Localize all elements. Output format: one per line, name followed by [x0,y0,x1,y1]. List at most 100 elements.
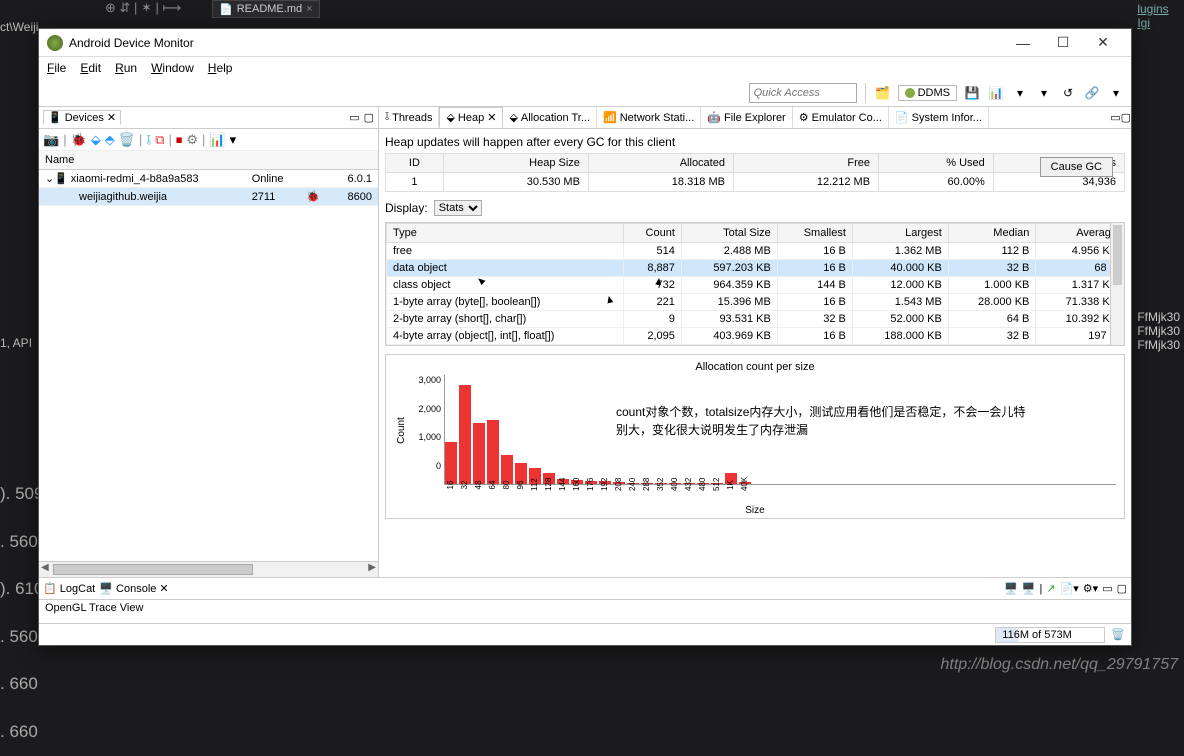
view-min2-icon[interactable]: ▭ [1102,582,1112,595]
tab-heap[interactable]: ⬙ Heap ✕ [439,107,503,128]
trash-status-icon[interactable]: 🗑️ [1111,628,1125,641]
menu-icon[interactable]: ▾ [230,132,237,148]
perspective-ddms[interactable]: DDMS [898,85,957,101]
chart-xticks: 1632486480961121281441601761922082402883… [394,485,1116,499]
tab-file-explorer[interactable]: 🤖 File Explorer [701,107,792,128]
method-icon[interactable]: ⧉ [155,132,164,148]
console-ic-3[interactable]: ↗ [1046,582,1055,595]
watermark: http://blog.csdn.net/qq_29791757 [940,656,1178,674]
main-toolbar: 🗂️ DDMS 💾 📊 ▾ ▾ ↺ 🔗 ▾ [39,79,1131,107]
type-table-wrap: TypeCount Total SizeSmallest LargestMedi… [385,222,1125,346]
heap-info: Heap updates will happen after every GC … [385,135,1125,149]
menubar: File Edit Run Window Help [39,57,1131,79]
chart-bar [445,442,457,484]
tb-icon-1[interactable]: 💾 [963,84,981,102]
device-row[interactable]: ⌄📱 xiaomi-redmi_4-b8a9a583 Online6.0.1 [39,170,378,188]
maximize-button[interactable]: ☐ [1043,34,1083,51]
chart-bar [487,420,499,484]
type-row[interactable]: 2-byte array (short[], char[])993.531 KB… [387,311,1124,328]
adm-window: Android Device Monitor — ☐ ✕ File Edit R… [38,28,1132,646]
chart-xlabel: Size [394,505,1116,516]
statusbar: 116M of 573M 🗑️ [39,623,1131,645]
chart-bars [444,375,1116,485]
close-icon[interactable]: × [306,3,312,15]
chart-ylabel: Count [396,417,407,444]
cause-gc-button[interactable]: Cause GC [1040,157,1113,177]
window-title: Android Device Monitor [69,36,194,50]
stop-icon[interactable]: ⏹ [176,132,183,148]
console-ic-4[interactable]: 📄▾ [1060,582,1079,595]
console-ic-2[interactable]: 🖥️ [1022,582,1036,595]
tb-icon-7[interactable]: ▾ [1107,84,1125,102]
right-pane: ⫱ Threads ⬙ Heap ✕ ⬙ Allocation Tr... 📶 … [379,107,1131,577]
tab-emulator[interactable]: ⚙ Emulator Co... [793,107,889,128]
view-maximize-icon[interactable]: ▢ [364,111,374,124]
screenshot-icon[interactable]: 📷 [43,132,59,148]
debug-icon[interactable]: 🐞 [71,132,87,148]
view-min-icon[interactable]: ▭ [1110,111,1120,124]
heap-summary-row[interactable]: 130.530 MB 18.318 MB12.212 MB 60.00%34,9… [386,173,1125,192]
console-ic-1[interactable]: 🖥️ [1004,582,1018,595]
devices-tab[interactable]: 📱 Devices ✕ [43,110,121,125]
app-icon [47,35,63,51]
bg-right-hints: luginsIgi FfMjk30 FfMjk30 FfMjk30 [1137,2,1180,352]
view-max-icon[interactable]: ▢ [1121,111,1131,124]
menu-edit[interactable]: Edit [80,61,101,75]
bg-editor-tab[interactable]: 📄 README.md × [212,0,320,18]
type-table: TypeCount Total SizeSmallest LargestMedi… [386,223,1124,345]
type-row[interactable]: class object732964.359 KB144 B12.000 KB1… [387,277,1124,294]
bg-tab-label: README.md [237,3,302,15]
minimize-button[interactable]: — [1003,35,1043,51]
thread-icon[interactable]: ⫱ [146,132,151,148]
tab-console[interactable]: 🖥️ Console ✕ [99,582,168,595]
chart-box: Allocation count per size Count 3,0002,0… [385,354,1125,519]
h-scrollbar[interactable] [39,561,378,577]
console-ic-5[interactable]: ⚙▾ [1083,582,1098,595]
display-label: Display: [385,201,428,215]
bottom-pane: 📋 LogCat 🖥️ Console ✕ 🖥️ 🖥️ | ↗ 📄▾ ⚙▾ ▭ … [39,577,1131,623]
chart-title: Allocation count per size [394,361,1116,373]
chart-yticks: 3,0002,0001,0000 [408,375,444,485]
type-row[interactable]: free5142.488 MB16 B1.362 MB112 B4.956 KB [387,243,1124,260]
console-body: OpenGL Trace View [39,600,1131,623]
view-max2-icon[interactable]: ▢ [1117,582,1127,595]
tab-sysinfo[interactable]: 📄 System Infor... [889,107,989,128]
gc-icon[interactable]: ⚙ [186,132,198,148]
col-name[interactable]: Name [39,151,246,170]
memory-indicator[interactable]: 116M of 573M [995,627,1105,643]
menu-file[interactable]: File [47,61,66,75]
devices-toolbar: 📷 | 🐞 ⬙ ⬘ 🗑️ | ⫱ ⧉ | ⏹ ⚙ | 📊 ▾ [39,129,378,151]
v-scrollbar[interactable] [1110,223,1124,345]
trash-icon[interactable]: 🗑️ [119,132,135,148]
tb-icon-3[interactable]: ▾ [1011,84,1029,102]
chart-bar [473,423,485,484]
devices-table: Name ⌄📱 xiaomi-redmi_4-b8a9a583 Online6.… [39,151,378,206]
tab-network[interactable]: 📶 Network Stati... [597,107,701,128]
type-row[interactable]: 1-byte array (byte[], boolean[])22115.39… [387,294,1124,311]
tb-icon-2[interactable]: 📊 [987,84,1005,102]
tab-threads[interactable]: ⫱ Threads [379,107,439,128]
hier-icon[interactable]: 📊 [209,132,225,148]
type-row[interactable]: 4-byte array (object[], int[], float[])2… [387,328,1124,345]
open-perspective-icon[interactable]: 🗂️ [874,84,892,102]
process-row[interactable]: weijiagithub.weijia 2711🐞8600 [39,188,378,206]
dump-icon[interactable]: ⬘ [105,132,115,148]
menu-run[interactable]: Run [115,61,137,75]
quick-access-input[interactable] [749,83,857,103]
heap-icon[interactable]: ⬙ [91,132,101,148]
display-select[interactable]: Stats [434,200,482,216]
tb-icon-5[interactable]: ↺ [1059,84,1077,102]
tb-icon-6[interactable]: 🔗 [1083,84,1101,102]
type-row[interactable]: data object8,887597.203 KB16 B40.000 KB3… [387,260,1124,277]
menu-help[interactable]: Help [208,61,233,75]
devices-pane: 📱 Devices ✕ ▭ ▢ 📷 | 🐞 ⬙ ⬘ 🗑️ | ⫱ ⧉ | ⏹ ⚙… [39,107,379,577]
menu-window[interactable]: Window [151,61,194,75]
close-button[interactable]: ✕ [1083,34,1123,51]
heap-summary-table: IDHeap Size AllocatedFree % Used# Object… [385,153,1125,192]
tb-icon-4[interactable]: ▾ [1035,84,1053,102]
tab-logcat[interactable]: 📋 LogCat [43,582,95,595]
tab-allocation[interactable]: ⬙ Allocation Tr... [503,107,597,128]
bg-ide-icons: ⊕ ⇵ | ✶ | ⟼ [105,0,181,16]
view-minimize-icon[interactable]: ▭ [349,111,359,124]
chart-bar [459,385,471,484]
